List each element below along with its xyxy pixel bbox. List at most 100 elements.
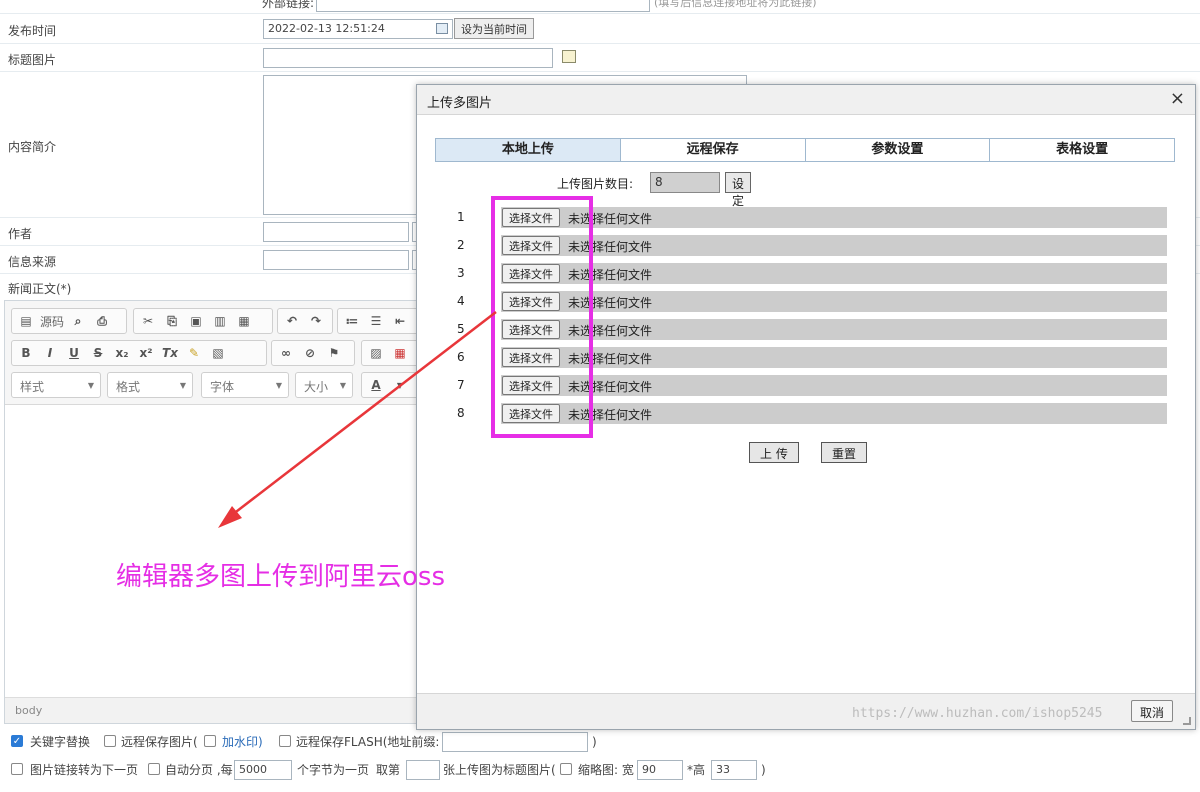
preview-icon[interactable]: ⌕ bbox=[68, 311, 88, 331]
format-combo[interactable]: 格式 ▼ bbox=[107, 372, 193, 398]
anchor-icon[interactable]: ⚑ bbox=[324, 343, 344, 363]
bold-button[interactable]: B bbox=[16, 343, 36, 363]
image-picker-icon[interactable] bbox=[562, 50, 576, 63]
cut-icon[interactable]: ✂ bbox=[138, 311, 158, 331]
paste-word-icon[interactable]: ▦ bbox=[234, 311, 254, 331]
upload-count-label: 上传图片数目: bbox=[557, 177, 634, 191]
options-row-1: ✓ 关键字替换 远程保存图片( 加水印) 远程保存FLASH(地址前缀: ) bbox=[0, 728, 1200, 756]
image-link-next-checkbox[interactable] bbox=[11, 763, 23, 775]
numbered-list-icon[interactable]: ≔ bbox=[342, 311, 362, 331]
unlink-icon[interactable]: ⊘ bbox=[300, 343, 320, 363]
title-image-row: 标题图片 bbox=[0, 44, 1200, 72]
remote-save-image-checkbox[interactable] bbox=[104, 735, 116, 747]
file-row-number: 8 bbox=[457, 406, 465, 420]
bulleted-list-icon[interactable]: ☰ bbox=[366, 311, 386, 331]
set-current-time-button[interactable]: 设为当前时间 bbox=[454, 18, 534, 39]
auto-paging-label: 自动分页 ,每 bbox=[165, 763, 233, 777]
source-icon[interactable]: ▤ bbox=[16, 311, 36, 331]
external-link-row: 外部链接: (填写后信息连接地址将为此链接) bbox=[0, 0, 1200, 14]
image-icon[interactable]: ▨ bbox=[366, 343, 386, 363]
subscript-button[interactable]: x₂ bbox=[112, 343, 132, 363]
chevron-down-icon[interactable]: ▼ bbox=[390, 375, 410, 395]
toolbar-group-colors: A ▼ bbox=[361, 372, 421, 398]
chevron-down-icon: ▼ bbox=[87, 381, 94, 390]
paste-text-icon[interactable]: ▥ bbox=[210, 311, 230, 331]
watermark-checkbox[interactable] bbox=[204, 735, 216, 747]
paste-icon[interactable]: ▣ bbox=[186, 311, 206, 331]
external-link-label: 外部链接: bbox=[262, 0, 315, 10]
body-label: 新闻正文(*) bbox=[8, 282, 72, 296]
title-image-label: 标题图片 bbox=[8, 53, 57, 67]
print-icon[interactable]: ⎙ bbox=[92, 311, 112, 331]
file-row-number: 1 bbox=[457, 210, 465, 224]
source-input[interactable] bbox=[263, 250, 409, 270]
strike-button[interactable]: S bbox=[88, 343, 108, 363]
font-combo[interactable]: 字体 ▼ bbox=[201, 372, 289, 398]
upload-count-input[interactable]: 8 bbox=[650, 172, 720, 193]
remote-save-image-label: 远程保存图片( bbox=[121, 735, 198, 749]
set-count-button[interactable]: 设定 bbox=[725, 172, 752, 208]
publish-time-label: 发布时间 bbox=[8, 24, 57, 38]
file-row-number: 3 bbox=[457, 266, 465, 280]
options-row-2: 图片链接转为下一页 自动分页 ,每 5000 个字节为一页 取第 张上传图为标题… bbox=[0, 756, 1200, 784]
dialog-title: 上传多图片 bbox=[427, 96, 493, 111]
link-icon[interactable]: ∞ bbox=[276, 343, 296, 363]
flash-prefix-input[interactable] bbox=[442, 732, 588, 752]
upload-images-dialog: 上传多图片 × 本地上传 远程保存 参数设置 表格设置 上传图片数目: 8 设定… bbox=[416, 84, 1196, 730]
watermark-link[interactable]: 加水印) bbox=[222, 728, 263, 756]
superscript-button[interactable]: x² bbox=[136, 343, 156, 363]
resize-handle-icon[interactable] bbox=[1183, 717, 1191, 725]
close-paren: ) bbox=[592, 735, 597, 749]
keyword-replace-checkbox[interactable]: ✓ bbox=[11, 735, 23, 747]
style-combo[interactable]: 样式 ▼ bbox=[11, 372, 101, 398]
close-icon[interactable]: × bbox=[1170, 88, 1185, 109]
toolbar-group-source: ▤ 源码 ⌕ ⎙ bbox=[11, 308, 127, 334]
size-combo[interactable]: 大小 ▼ bbox=[295, 372, 353, 398]
file-row-number: 5 bbox=[457, 322, 465, 336]
thumb-height-input[interactable]: 33 bbox=[711, 760, 757, 780]
author-input[interactable] bbox=[263, 222, 409, 242]
publish-time-input[interactable]: 2022-02-13 12:51:24 bbox=[263, 19, 453, 39]
brush-icon[interactable]: ✎ bbox=[184, 343, 204, 363]
watermark-text: https://www.huzhan.com/ishop5245 bbox=[852, 706, 1103, 721]
toolbar-group-clipboard: ✂ ⎘ ▣ ▥ ▦ bbox=[133, 308, 273, 334]
remote-save-flash-checkbox[interactable] bbox=[279, 735, 291, 747]
copy-format-icon[interactable]: ▧ bbox=[208, 343, 228, 363]
italic-button[interactable]: I bbox=[40, 343, 60, 363]
cancel-button[interactable]: 取消 bbox=[1130, 700, 1173, 722]
auto-paging-checkbox[interactable] bbox=[148, 763, 160, 775]
file-row-number: 2 bbox=[457, 238, 465, 252]
tab-remote-save[interactable]: 远程保存 bbox=[620, 139, 806, 161]
text-color-button[interactable]: A bbox=[366, 375, 386, 395]
remove-format-button[interactable]: Tx bbox=[160, 343, 180, 363]
calendar-icon[interactable] bbox=[436, 23, 448, 34]
reset-button[interactable]: 重置 bbox=[821, 442, 868, 463]
copy-icon[interactable]: ⎘ bbox=[162, 311, 182, 331]
author-label: 作者 bbox=[8, 227, 33, 241]
keyword-replace-label: 关键字替换 bbox=[30, 735, 91, 749]
title-image-input[interactable] bbox=[263, 48, 553, 68]
thumb-width-input[interactable]: 90 bbox=[637, 760, 683, 780]
paging-chars-value: 5000 bbox=[239, 763, 267, 776]
source-button-label[interactable]: 源码 bbox=[40, 313, 64, 330]
table-icon[interactable]: ▦ bbox=[390, 343, 410, 363]
toolbar-group-insert: ▨ ▦ bbox=[361, 340, 421, 366]
redo-icon[interactable]: ↷ bbox=[306, 311, 326, 331]
paging-chars-input[interactable]: 5000 bbox=[234, 760, 292, 780]
publish-time-row: 发布时间 2022-02-13 12:51:24 设为当前时间 bbox=[0, 14, 1200, 44]
format-combo-label: 格式 bbox=[116, 380, 141, 394]
title-image-index-input[interactable] bbox=[406, 760, 440, 780]
outdent-icon[interactable]: ⇤ bbox=[390, 311, 410, 331]
upload-button[interactable]: 上 传 bbox=[749, 442, 799, 463]
tab-parameter-settings[interactable]: 参数设置 bbox=[805, 139, 991, 161]
source-label: 信息来源 bbox=[8, 255, 57, 269]
thumbnail-checkbox[interactable] bbox=[560, 763, 572, 775]
thumb-height-value: 33 bbox=[716, 763, 730, 776]
tab-table-settings[interactable]: 表格设置 bbox=[990, 139, 1174, 161]
undo-icon[interactable]: ↶ bbox=[282, 311, 302, 331]
external-link-input[interactable] bbox=[316, 0, 650, 12]
image-link-next-label: 图片链接转为下一页 bbox=[30, 763, 139, 777]
underline-button[interactable]: U bbox=[64, 343, 84, 363]
style-combo-label: 样式 bbox=[20, 380, 45, 394]
tab-local-upload[interactable]: 本地上传 bbox=[436, 139, 621, 161]
